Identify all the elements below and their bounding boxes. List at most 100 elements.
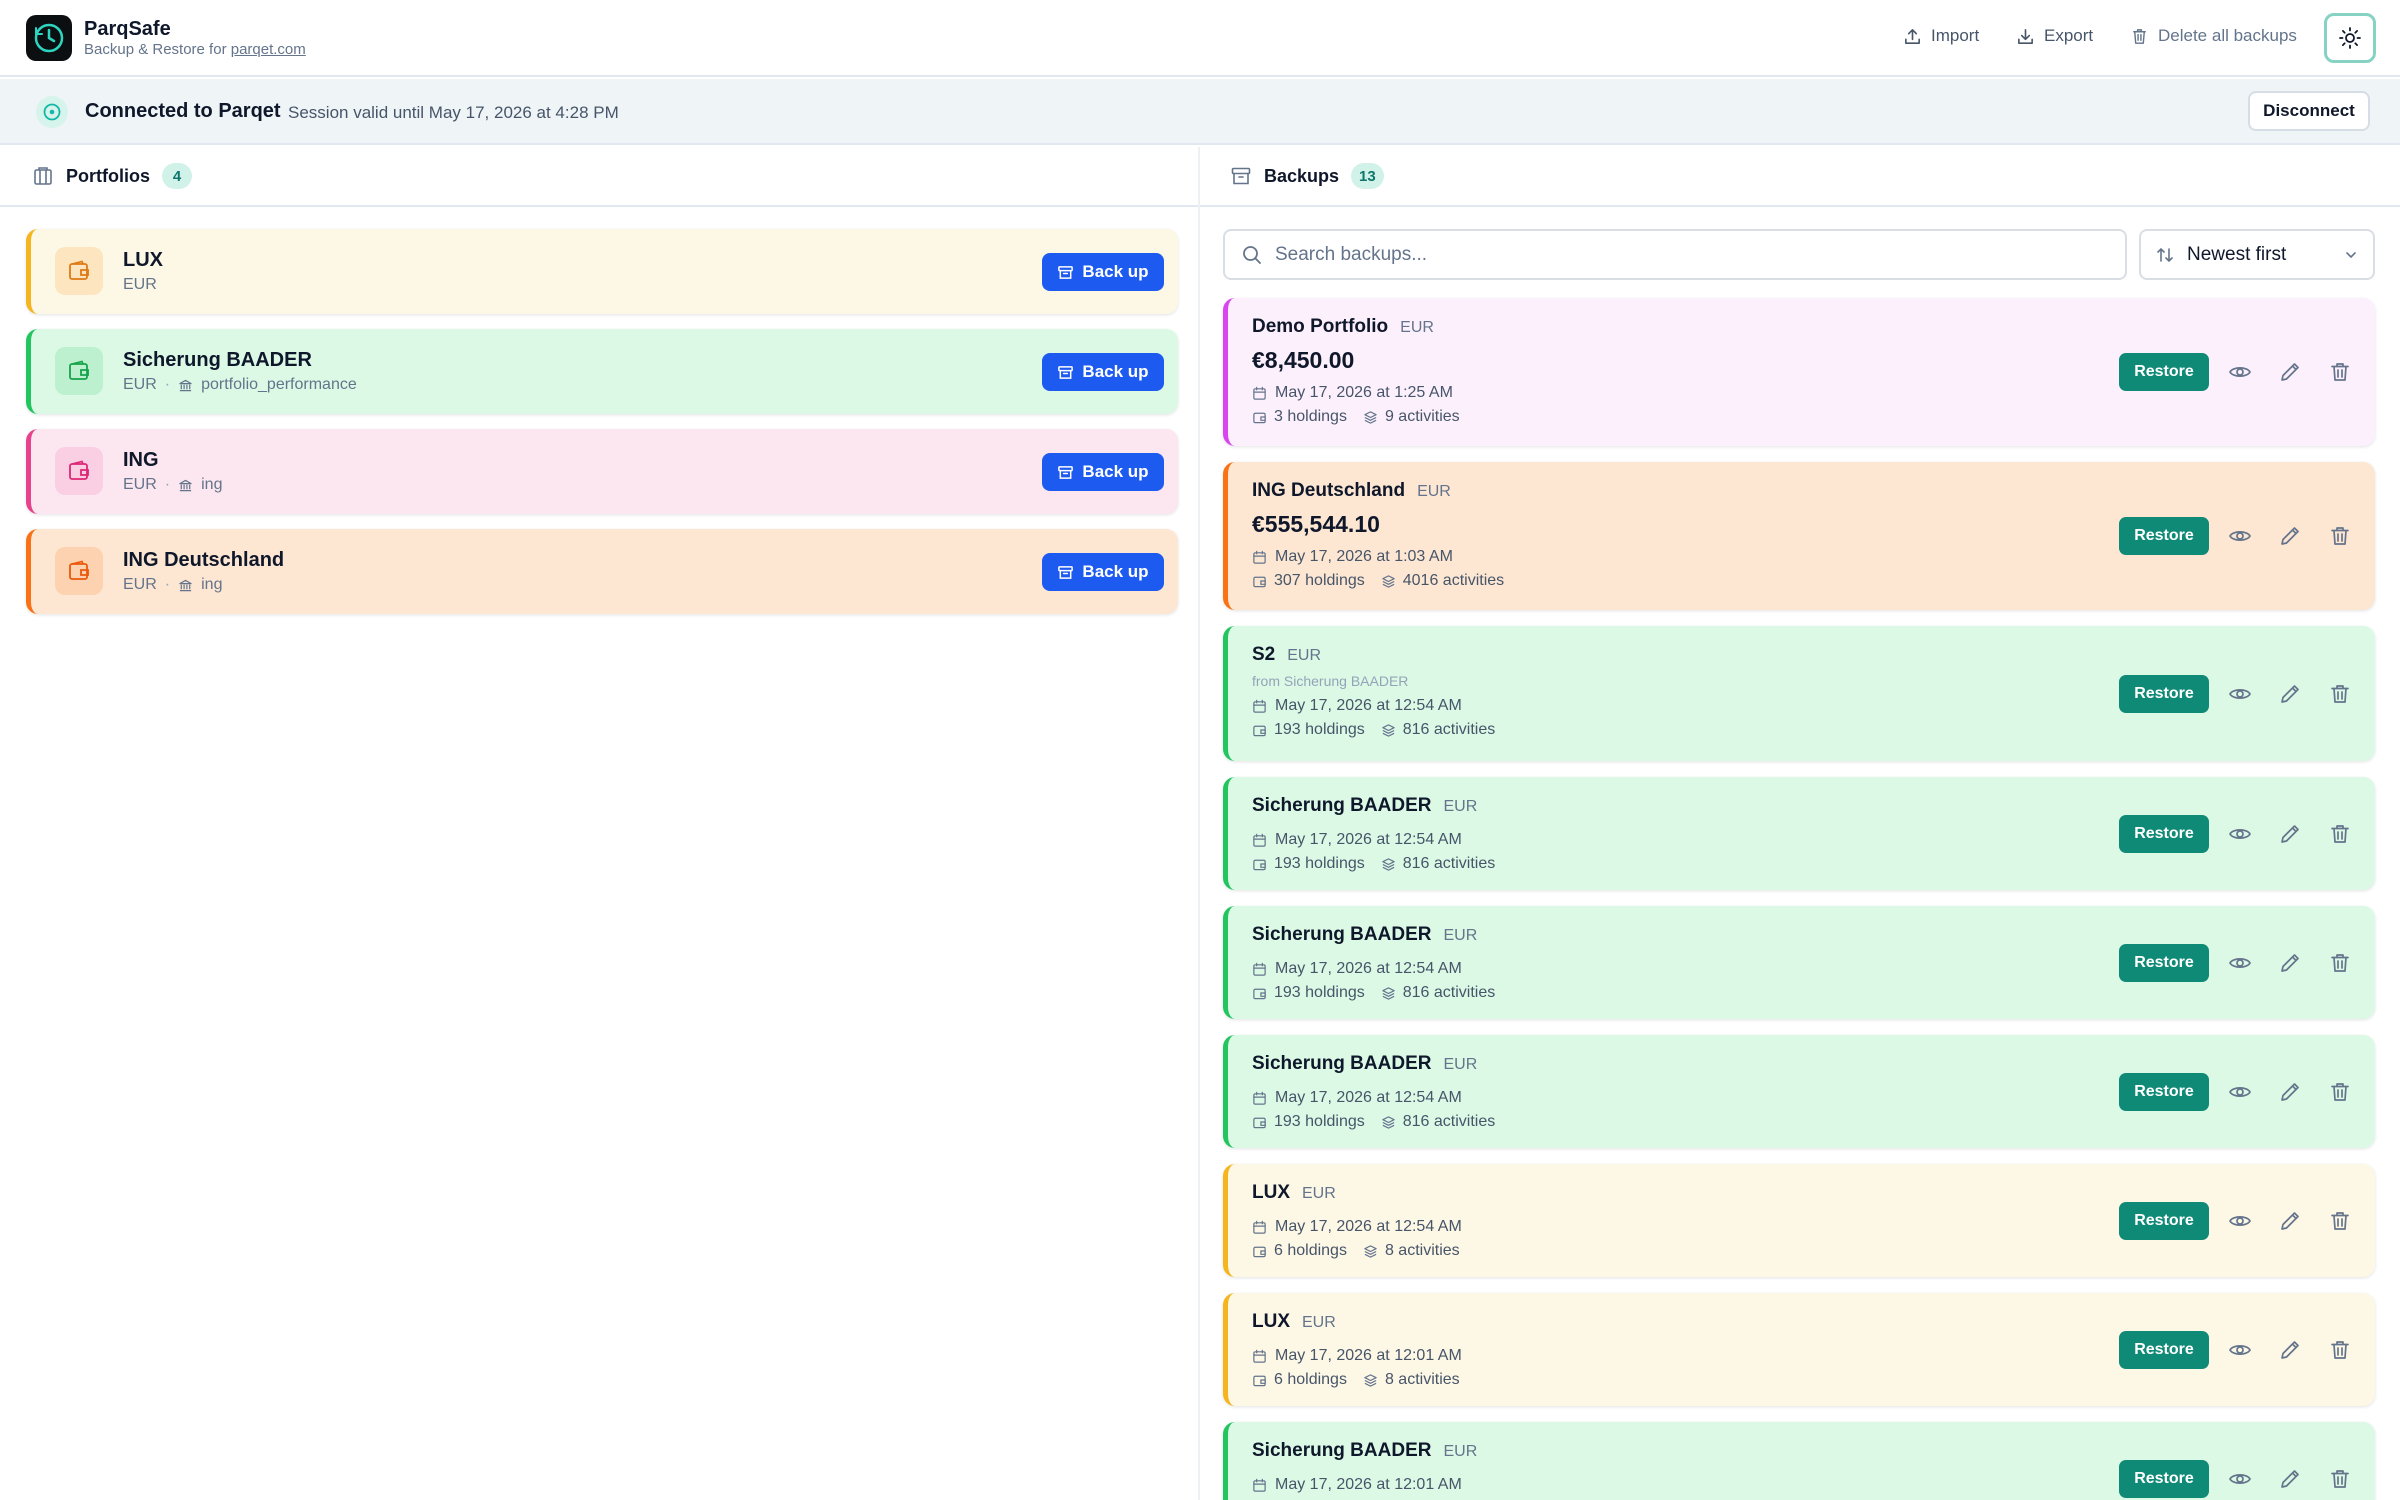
delete-icon[interactable] xyxy=(2325,521,2355,551)
back-up-button[interactable]: Back up xyxy=(1042,553,1164,591)
edit-icon[interactable] xyxy=(2275,1077,2305,1107)
backup-name: Sicherung BAADER xyxy=(1252,924,1432,945)
backup-name: Sicherung BAADER xyxy=(1252,1053,1432,1074)
edit-icon[interactable] xyxy=(2275,1464,2305,1494)
portfolio-name: ING xyxy=(123,449,159,471)
wallet-icon xyxy=(1252,1244,1267,1259)
edit-icon[interactable] xyxy=(2275,357,2305,387)
sort-icon xyxy=(2157,247,2173,262)
edit-icon[interactable] xyxy=(2275,679,2305,709)
activities-stat: 816 activities xyxy=(1381,855,1495,873)
activities-count: 816 activities xyxy=(1402,984,1496,1001)
holdings-count: 193 holdings xyxy=(1274,984,1365,1001)
view-icon[interactable] xyxy=(2225,1464,2255,1494)
delete-icon[interactable] xyxy=(2325,948,2355,978)
portfolio-currency: EUR xyxy=(123,276,157,293)
backup-date-line: May 17, 2026 at 12:54 AM xyxy=(1252,960,1462,978)
delete-all-backups-button[interactable]: Delete all backups xyxy=(2130,26,2297,46)
backups-heading: Backups xyxy=(1264,165,1340,186)
connected-icon xyxy=(36,96,68,128)
delete-icon[interactable] xyxy=(2325,1335,2355,1365)
calendar-icon xyxy=(1252,699,1267,714)
portfolio-meta: EUR · portfolio_performance xyxy=(123,376,357,394)
archive-icon xyxy=(1057,364,1074,381)
back-up-button[interactable]: Back up xyxy=(1042,353,1164,391)
layers-icon xyxy=(1363,1244,1378,1259)
edit-icon[interactable] xyxy=(2275,1335,2305,1365)
delete-icon[interactable] xyxy=(2325,1206,2355,1236)
holdings-count: 6 holdings xyxy=(1274,1371,1347,1388)
wallet-icon xyxy=(1252,1115,1267,1130)
export-button[interactable]: Export xyxy=(2016,26,2093,46)
import-button[interactable]: Import xyxy=(1903,26,1979,46)
portfolio-card: ING EUR · ing Back up xyxy=(26,429,1178,514)
view-icon[interactable] xyxy=(2225,1335,2255,1365)
edit-icon[interactable] xyxy=(2275,948,2305,978)
activities-stat: 816 activities xyxy=(1381,984,1496,1002)
backup-currency: EUR xyxy=(1443,1056,1478,1073)
archive-icon xyxy=(1057,464,1074,481)
portfolio-wallet-icon xyxy=(55,547,103,595)
backup-currency: EUR xyxy=(1443,927,1478,944)
view-icon[interactable] xyxy=(2225,357,2255,387)
layers-icon xyxy=(1363,410,1378,425)
delete-icon[interactable] xyxy=(2325,819,2355,849)
theme-toggle-button[interactable] xyxy=(2324,13,2376,63)
download-icon xyxy=(2018,28,2033,44)
backup-card: Sicherung BAADER EUR May 17, 2026 at 12:54… xyxy=(1223,1035,2375,1148)
backup-card: Demo Portfolio EUR €8,450.00 May 17, 2026 a… xyxy=(1223,298,2375,446)
column-divider xyxy=(1198,147,1200,1500)
delete-icon[interactable] xyxy=(2325,357,2355,387)
view-icon[interactable] xyxy=(2225,1206,2255,1236)
restore-button[interactable]: Restore xyxy=(2119,674,2209,713)
view-icon[interactable] xyxy=(2225,1077,2255,1107)
backup-stats-line: 3 holdings 9 activities xyxy=(1252,408,1468,426)
bank-icon xyxy=(178,478,193,493)
delete-icon[interactable] xyxy=(2325,1464,2355,1494)
restore-button[interactable]: Restore xyxy=(2119,353,2209,391)
portfolio-wallet-icon xyxy=(55,447,103,495)
restore-button[interactable]: Restore xyxy=(2119,1459,2209,1498)
edit-icon[interactable] xyxy=(2275,1206,2305,1236)
parqet-link[interactable]: parqet.com xyxy=(231,41,306,58)
activities-count: 8 activities xyxy=(1384,1242,1460,1259)
backups-header: Backups 13 xyxy=(1200,147,2400,207)
view-icon[interactable] xyxy=(2225,819,2255,849)
view-icon[interactable] xyxy=(2225,521,2255,551)
portfolios-header: Portfolios 4 xyxy=(0,147,1198,207)
disconnect-button[interactable]: Disconnect xyxy=(2248,91,2370,131)
calendar-icon xyxy=(1252,550,1267,565)
activities-stat: 816 activities xyxy=(1381,721,1495,739)
restore-button[interactable]: Restore xyxy=(2119,1072,2209,1111)
archive-icon xyxy=(1231,167,1251,185)
delete-icon[interactable] xyxy=(2325,1077,2355,1107)
view-icon[interactable] xyxy=(2225,679,2255,709)
view-icon[interactable] xyxy=(2225,948,2255,978)
portfolio-currency: EUR xyxy=(123,576,157,593)
restore-button[interactable]: Restore xyxy=(2119,517,2209,555)
portfolio-source: ing xyxy=(201,476,223,493)
edit-icon[interactable] xyxy=(2275,819,2305,849)
search-input[interactable] xyxy=(1275,243,2095,266)
restore-button[interactable]: Restore xyxy=(2119,943,2209,982)
backup-currency: EUR xyxy=(1417,483,1451,500)
backup-title-row: Demo Portfolio EUR xyxy=(1252,316,1434,338)
backup-card: ING Deutschland EUR €555,544.10 May 17, 202… xyxy=(1223,462,2375,610)
back-up-label: Back up xyxy=(1082,562,1149,581)
wallet-icon xyxy=(1252,986,1267,1001)
back-up-button[interactable]: Back up xyxy=(1042,453,1164,491)
edit-icon[interactable] xyxy=(2275,521,2305,551)
delete-icon[interactable] xyxy=(2325,679,2355,709)
backup-name: Demo Portfolio xyxy=(1252,316,1389,337)
search-backups-field[interactable] xyxy=(1223,229,2127,280)
restore-button[interactable]: Restore xyxy=(2119,1201,2209,1240)
holdings-count: 193 holdings xyxy=(1274,721,1365,738)
restore-button[interactable]: Restore xyxy=(2119,1330,2209,1369)
backup-date: May 17, 2026 at 1:25 AM xyxy=(1275,384,1453,401)
portfolios-heading: Portfolios xyxy=(66,165,150,186)
backup-card: Sicherung BAADER EUR May 17, 2026 at 12:54… xyxy=(1223,777,2375,890)
sort-select[interactable]: Newest first xyxy=(2139,229,2375,280)
restore-button[interactable]: Restore xyxy=(2119,814,2209,853)
back-up-button[interactable]: Back up xyxy=(1042,253,1164,291)
backup-title-row: S2 EUR xyxy=(1252,644,1321,666)
